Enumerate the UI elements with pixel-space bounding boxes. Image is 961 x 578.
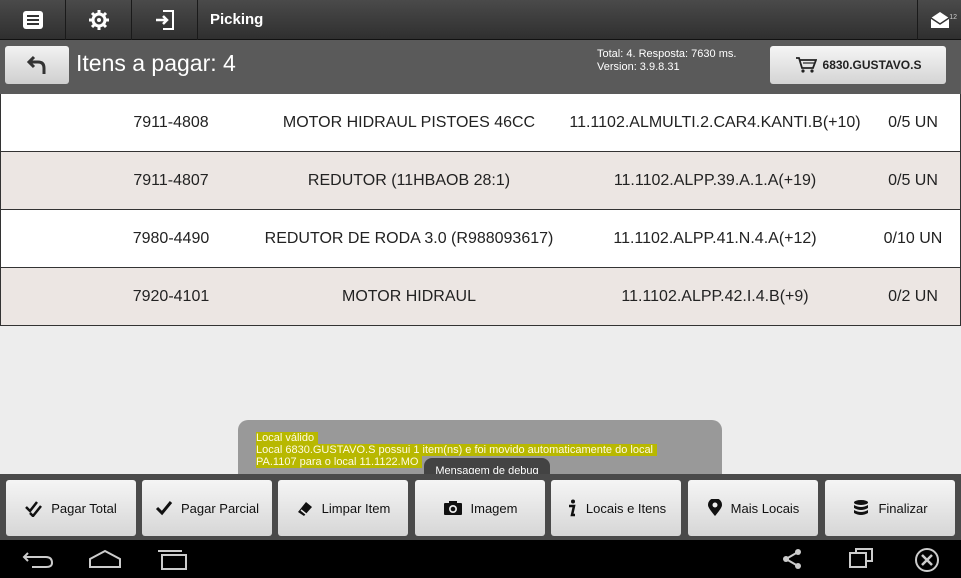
cart-icon [795,57,817,73]
locais-itens-button[interactable]: Locais e Itens [551,480,681,536]
limpar-item-label: Limpar Item [321,500,391,516]
item-description: MOTOR HIDRAUL [342,288,476,305]
finalizar-label: Finalizar [878,500,928,516]
item-code: 7980-4490 [132,230,210,247]
nav-home-icon[interactable] [88,547,122,571]
item-description: REDUTOR DE RODA 3.0 (R988093617) [264,230,554,247]
response-info: Total: 4. Resposta: 7630 ms. Version: 3.… [597,48,736,74]
check-icon [155,501,173,516]
nav-recents-icon[interactable] [156,547,188,571]
item-code: 7911-4807 [133,172,209,189]
item-code: 7920-4101 [132,288,210,305]
database-icon [854,500,869,515]
table-row[interactable]: 7911-4808 MOTOR HIDRAUL PISTOES 46CC 11.… [0,94,961,152]
item-code: 7911-4808 [133,114,209,131]
items-table: 7911-4808 MOTOR HIDRAUL PISTOES 46CC 11.… [0,94,961,326]
item-location: 11.1102.ALPP.39.A.1.A(+19) [613,172,817,189]
menu-icon [22,10,43,29]
item-description: REDUTOR (11HBAOB 28:1) [307,172,511,189]
camera-icon [443,501,462,515]
settings-icon [88,9,109,30]
action-bar: Picking 12 [0,0,961,40]
limpar-item-button[interactable]: Limpar Item [278,480,408,536]
table-row[interactable]: 7911-4807 REDUTOR (11HBAOB 28:1) 11.1102… [0,152,961,210]
imagem-label: Imagem [470,500,518,516]
item-description: MOTOR HIDRAUL PISTOES 46CC [282,114,536,131]
imagem-button[interactable]: Imagem [415,480,545,536]
pagar-parcial-button[interactable]: Pagar Parcial [142,480,272,536]
info-icon [568,499,576,517]
pagar-total-button[interactable]: Pagar Total [6,480,136,536]
item-location: 11.1102.ALPP.42.I.4.B(+9) [621,288,809,305]
window-icon[interactable] [848,547,874,571]
back-button[interactable] [5,46,69,84]
user-cart-button[interactable]: 6830.GUSTAVO.S [770,46,946,84]
close-circle-icon[interactable] [914,547,940,573]
item-quantity: 0/2 UN [888,288,938,305]
toast-line-1: Local válido [256,432,319,444]
item-location: 11.1102.ALPP.41.N.4.A(+12) [613,230,817,247]
picking-screen: Picking 12 Itens a pagar: 4 Total: 4. Re… [0,0,961,578]
toast-line-2: Local 6830.GUSTAVO.S possui 1 item(ns) e… [256,444,658,456]
mail-button[interactable]: 12 [917,0,961,40]
version-info: Version: 3.9.8.31 [597,61,680,73]
eraser-icon [297,502,312,516]
header-bar: Itens a pagar: 4 Total: 4. Resposta: 763… [0,40,961,94]
map-pin-icon [707,499,722,516]
mail-icon [930,11,949,28]
locais-itens-label: Locais e Itens [585,500,667,516]
finalizar-button[interactable]: Finalizar [825,480,955,536]
menu-button[interactable] [0,0,66,40]
share-icon[interactable] [780,547,804,571]
mais-locais-button[interactable]: Mais Locais [688,480,818,536]
table-row[interactable]: 7980-4490 REDUTOR DE RODA 3.0 (R98809361… [0,210,961,268]
pagar-parcial-label: Pagar Parcial [180,500,260,516]
login-icon [155,9,174,30]
app-title: Picking [210,11,264,28]
user-label: 6830.GUSTAVO.S [822,58,922,72]
pagar-total-label: Pagar Total [51,500,117,516]
system-nav-bar [0,540,961,578]
toast-line-3: PA.1107 para o local 11.1122.MO [256,456,423,468]
nav-back-icon[interactable] [22,547,54,571]
login-button[interactable] [132,0,198,40]
item-location: 11.1102.ALMULTI.2.CAR4.KANTI.B(+10) [569,114,861,131]
back-arrow-icon [26,55,46,74]
item-quantity: 0/5 UN [888,172,938,189]
response-info-line1: Total: 4. Resposta: 7630 ms. [597,48,737,60]
item-quantity: 0/5 UN [888,114,938,131]
table-row[interactable]: 7920-4101 MOTOR HIDRAUL 11.1102.ALPP.42.… [0,268,961,326]
action-button-bar: Pagar Total Pagar Parcial Limpar Item Im… [0,474,961,540]
mais-locais-label: Mais Locais [730,500,800,516]
mail-count-badge: 12 [949,13,957,21]
double-check-icon [25,501,43,517]
settings-button[interactable] [66,0,132,40]
item-quantity: 0/10 UN [883,230,943,247]
page-title: Itens a pagar: 4 [76,50,236,76]
